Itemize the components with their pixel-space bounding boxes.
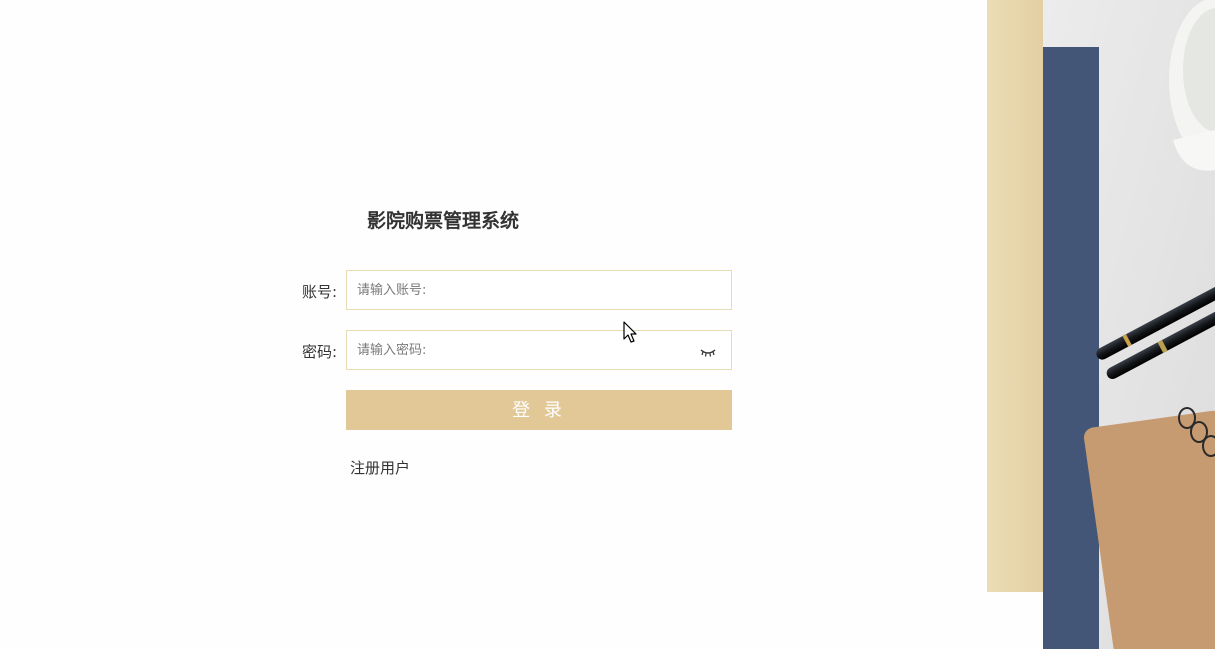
- password-label: 密码:: [301, 343, 337, 361]
- mouse-cursor-icon: [623, 321, 637, 343]
- page-title: 影院购票管理系统: [367, 210, 520, 232]
- navy-block: [1043, 47, 1099, 649]
- account-input[interactable]: [347, 271, 697, 309]
- eye-closed-icon[interactable]: [699, 344, 717, 357]
- register-link[interactable]: 注册用户: [350, 457, 410, 478]
- password-row: 密码:: [280, 330, 740, 370]
- account-row: 账号:: [280, 270, 740, 310]
- password-field-box: [346, 330, 732, 370]
- beige-strip: [987, 0, 1043, 592]
- password-input[interactable]: [347, 331, 697, 369]
- decorative-photo-panel: [987, 0, 1215, 649]
- account-label: 账号:: [301, 283, 337, 301]
- account-field-box: [346, 270, 732, 310]
- login-button[interactable]: 登 录: [346, 390, 732, 430]
- login-page: 影院购票管理系统 账号: 密码: 登 录 注册用户: [0, 0, 1215, 649]
